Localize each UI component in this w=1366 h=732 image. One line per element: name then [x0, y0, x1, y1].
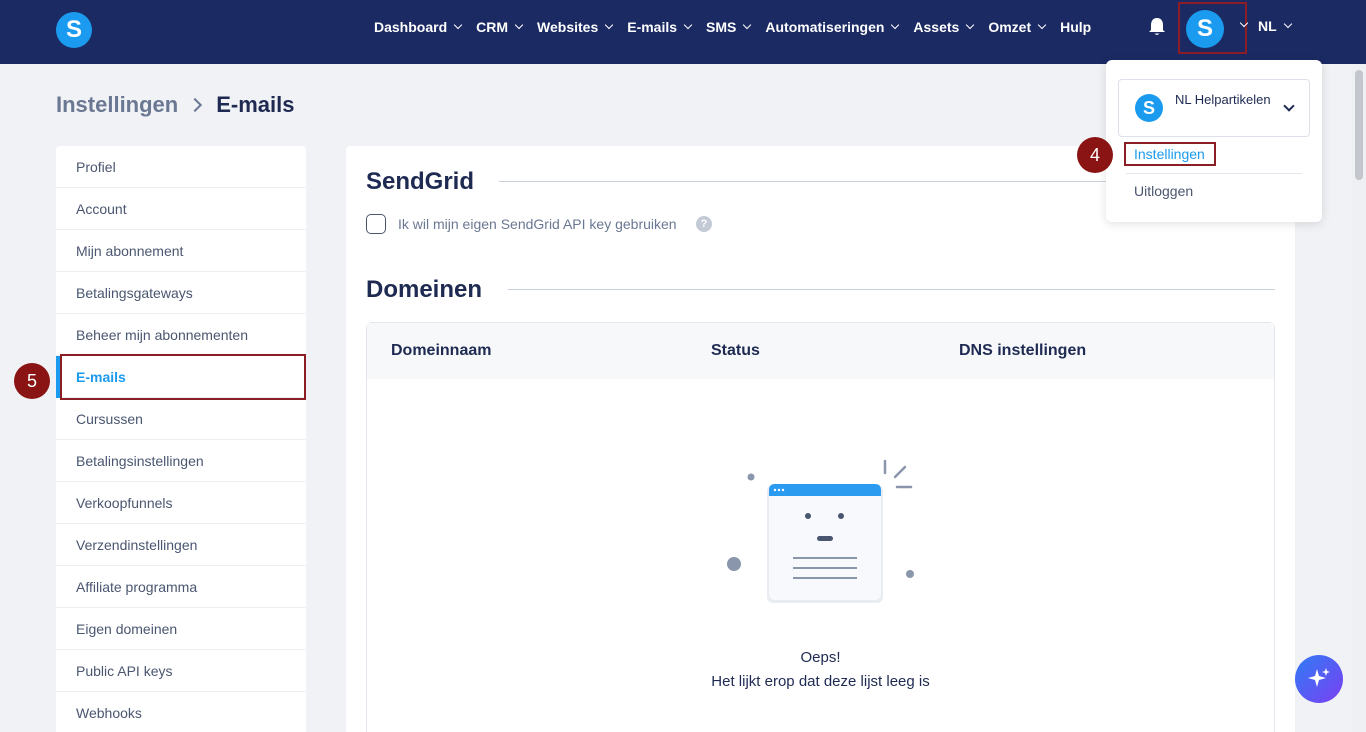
account-dropdown-menu: S NL Helpartikelen Instellingen Uitlogge… — [1106, 60, 1322, 222]
step-4-highlight-box — [1124, 142, 1216, 166]
main-nav: Dashboard CRM Websites E-mails SMS Autom… — [374, 0, 1106, 54]
account-menu-highlight[interactable]: S — [1178, 2, 1249, 54]
sidebar-item-webhooks[interactable]: Webhooks — [56, 692, 306, 732]
notification-bell-icon[interactable] — [1148, 17, 1166, 37]
nav-hulp[interactable]: Hulp — [1060, 19, 1091, 35]
sidebar-item-cursussen[interactable]: Cursussen — [56, 398, 306, 440]
step-5-highlight-box — [60, 354, 306, 400]
nav-label: CRM — [476, 19, 509, 35]
account-logo: S — [1135, 94, 1163, 122]
breadcrumb: Instellingen E-mails — [56, 92, 295, 118]
own-sendgrid-key-checkbox[interactable] — [366, 214, 386, 234]
chevron-right-icon — [188, 97, 203, 113]
chevron-down-icon — [966, 20, 975, 30]
own-sendgrid-key-label[interactable]: Ik wil mijn eigen SendGrid API key gebru… — [398, 216, 677, 232]
chevron-down-icon — [683, 20, 693, 30]
sidebar-item-account[interactable]: Account — [56, 188, 306, 230]
chevron-down-icon — [1283, 100, 1295, 112]
table-header: Domeinnaam Status DNS instellingen — [367, 323, 1274, 379]
nav-automatiseringen[interactable]: Automatiseringen — [765, 19, 900, 35]
nav-crm[interactable]: CRM — [476, 19, 524, 35]
nav-label: Assets — [913, 19, 960, 35]
empty-state-title: Oeps! — [800, 649, 841, 666]
chevron-down-icon — [1283, 19, 1292, 29]
section-divider — [508, 289, 1275, 290]
sidebar-item-betalingsinstellingen[interactable]: Betalingsinstellingen — [56, 440, 306, 482]
chevron-down-icon — [1037, 20, 1047, 30]
sidebar-item-affiliate[interactable]: Affiliate programma — [56, 566, 306, 608]
nav-label: E-mails — [627, 19, 678, 35]
nav-label: Omzet — [988, 19, 1032, 35]
step-5-badge: 5 — [14, 363, 50, 399]
scrollbar-thumb[interactable] — [1355, 70, 1363, 180]
nav-label: Hulp — [1060, 19, 1092, 35]
chevron-down-icon — [453, 20, 463, 30]
sidebar-item-verzendinstellingen[interactable]: Verzendinstellingen — [56, 524, 306, 566]
nav-sms[interactable]: SMS — [706, 19, 752, 35]
sidebar-item-eigen-domeinen[interactable]: Eigen domeinen — [56, 608, 306, 650]
page-title: E-mails — [216, 92, 295, 117]
chevron-down-icon — [1239, 18, 1249, 28]
nav-emails[interactable]: E-mails — [627, 19, 693, 35]
nav-label: Websites — [537, 19, 599, 35]
sidebar-item-betalingsgateways[interactable]: Betalingsgateways — [56, 272, 306, 314]
settings-sidebar: Profiel Account Mijn abonnement Betaling… — [56, 146, 306, 732]
sparkle-icon — [1308, 668, 1330, 687]
domains-table: Domeinnaam Status DNS instellingen Oeps! — [366, 322, 1275, 732]
account-switcher[interactable]: S NL Helpartikelen — [1118, 79, 1310, 137]
top-navigation-bar: S Dashboard CRM Websites E-mails SMS Aut… — [0, 0, 1366, 64]
menu-divider — [1126, 173, 1302, 174]
chevron-down-icon — [604, 20, 614, 30]
chevron-down-icon — [743, 20, 752, 30]
nav-label: Dashboard — [374, 19, 448, 35]
brand-logo[interactable]: S — [56, 12, 92, 48]
logout-link[interactable]: Uitloggen — [1134, 183, 1193, 199]
nav-label: Automatiseringen — [765, 19, 885, 35]
column-header-domeinnaam: Domeinnaam — [391, 342, 492, 359]
page-scrollbar[interactable] — [1352, 64, 1366, 732]
step-4-badge: 4 — [1077, 137, 1113, 173]
language-selector[interactable]: NL — [1258, 18, 1292, 34]
language-label: NL — [1258, 18, 1277, 34]
domains-section-title: Domeinen — [366, 276, 483, 303]
column-header-dns: DNS instellingen — [959, 342, 1087, 359]
sidebar-item-profiel[interactable]: Profiel — [56, 146, 306, 188]
nav-dashboard[interactable]: Dashboard — [374, 19, 463, 35]
sendgrid-section-title: SendGrid — [366, 168, 475, 195]
account-name: NL Helpartikelen — [1175, 92, 1271, 107]
ai-assistant-button[interactable] — [1295, 655, 1343, 703]
nav-label: SMS — [706, 19, 737, 35]
nav-websites[interactable]: Websites — [537, 19, 614, 35]
sidebar-item-verkoopfunnels[interactable]: Verkoopfunnels — [56, 482, 306, 524]
main-content-card: SendGrid Ik wil mijn eigen SendGrid API … — [346, 146, 1295, 732]
breadcrumb-root[interactable]: Instellingen — [56, 92, 178, 118]
chevron-down-icon — [514, 20, 524, 30]
chevron-down-icon — [891, 20, 900, 30]
sidebar-item-public-api-keys[interactable]: Public API keys — [56, 650, 306, 692]
empty-state-illustration — [727, 459, 914, 603]
column-header-status: Status — [711, 342, 760, 359]
help-icon[interactable]: ? — [696, 216, 712, 232]
nav-omzet[interactable]: Omzet — [988, 19, 1047, 35]
empty-state-message: Het lijkt erop dat deze lijst leeg is — [711, 673, 930, 690]
account-avatar[interactable]: S — [1186, 10, 1224, 48]
sidebar-item-beheer-abonnementen[interactable]: Beheer mijn abonnementen — [56, 314, 306, 356]
sidebar-item-mijn-abonnement[interactable]: Mijn abonnement — [56, 230, 306, 272]
nav-assets[interactable]: Assets — [913, 19, 975, 35]
